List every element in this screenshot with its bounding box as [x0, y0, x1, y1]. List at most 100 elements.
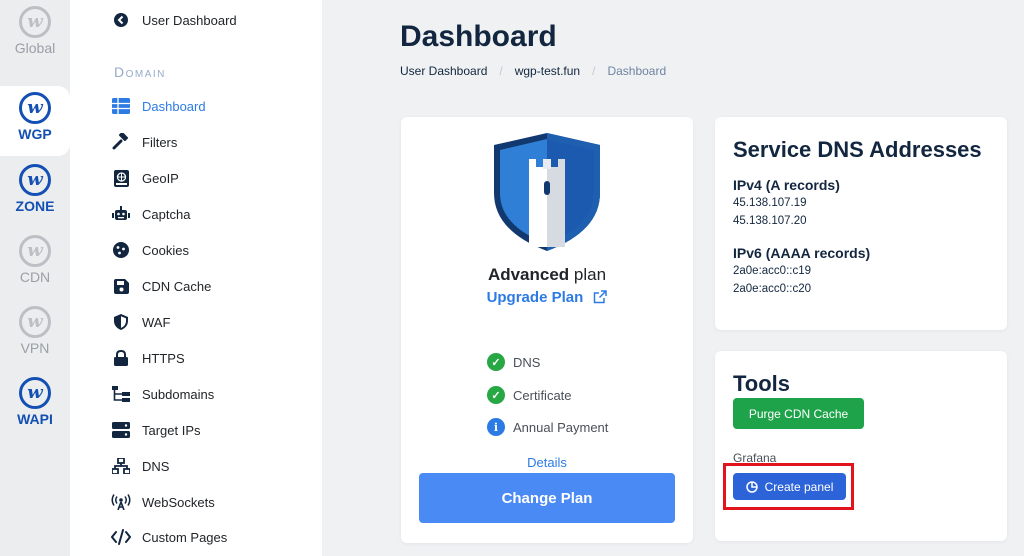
tools-card-title: Tools: [733, 371, 791, 396]
details-link[interactable]: Details: [401, 455, 693, 470]
network-icon: [110, 458, 132, 474]
sidebar-item-target-ips[interactable]: Target IPs: [110, 418, 201, 442]
rail-label: Global: [14, 40, 56, 56]
rail-label: WAPI: [17, 411, 53, 427]
table-icon: [110, 98, 132, 114]
feature-item-dns: ✓ DNS: [487, 353, 540, 371]
w-logo-icon: w: [19, 6, 51, 38]
w-logo-icon: w: [19, 377, 51, 409]
sidebar-item-filters[interactable]: Filters: [110, 130, 177, 154]
nav-label: Captcha: [142, 206, 191, 222]
rail-item-wapi[interactable]: w WAPI: [0, 371, 70, 441]
nav-label: Cookies: [142, 242, 189, 258]
atlas-icon: [110, 169, 132, 187]
sidebar-item-dns[interactable]: DNS: [110, 454, 169, 478]
feature-label: DNS: [513, 354, 541, 370]
ipv4-address: 45.138.107.19: [733, 197, 807, 209]
check-circle-icon: ✓: [487, 386, 505, 404]
arrow-left-circle-icon: [110, 12, 132, 28]
nav-label: CDN Cache: [142, 278, 212, 294]
plan-name-bold: Advanced: [487, 265, 570, 284]
sidebar-item-cdn-cache[interactable]: CDN Cache: [110, 274, 211, 298]
ipv6-address: 2a0e:acc0::c19: [733, 265, 812, 277]
product-rail: w Global w WGP w ZONE w CDN w VPN w WAPI: [0, 0, 70, 556]
tools-card: Tools Purge CDN Cache Grafana Create pan…: [715, 351, 1007, 541]
lock-icon: [110, 350, 132, 366]
sidebar-item-dashboard[interactable]: Dashboard: [110, 94, 206, 118]
nav-label: HTTPS: [142, 350, 185, 366]
nav-label: DNS: [142, 458, 170, 474]
breadcrumb-separator: /: [499, 64, 503, 78]
ipv4-title: IPv4 (A records): [733, 177, 840, 193]
rail-item-global[interactable]: w Global: [0, 0, 70, 70]
back-to-user-dashboard[interactable]: User Dashboard: [110, 8, 237, 32]
plan-card: Advanced plan Upgrade Plan ✓ DNS ✓ Certi…: [401, 117, 693, 543]
upgrade-plan-link[interactable]: Upgrade Plan: [401, 289, 693, 308]
server-icon: [110, 422, 132, 438]
nav-label: Target IPs: [142, 422, 201, 438]
breadcrumb-item-current: Dashboard: [607, 64, 667, 78]
nav-label: GeoIP: [142, 170, 179, 186]
breadcrumb-separator: /: [592, 64, 596, 78]
feature-label: Certificate: [513, 387, 572, 403]
rail-label: WGP: [18, 126, 52, 142]
rail-label: ZONE: [15, 198, 55, 214]
breadcrumb-item-domain[interactable]: wgp-test.fun: [515, 64, 580, 78]
nav-label: User Dashboard: [142, 12, 237, 28]
rail-label: VPN: [20, 340, 50, 356]
sitemap-icon: [110, 386, 132, 402]
sidebar-item-custom-pages[interactable]: Custom Pages: [110, 525, 227, 549]
nav-label: WebSockets: [142, 494, 215, 510]
sidebar-item-waf[interactable]: WAF: [110, 310, 170, 334]
feature-item-certificate: ✓ Certificate: [487, 386, 572, 404]
sidebar-item-cookies[interactable]: Cookies: [110, 238, 189, 262]
w-logo-icon: w: [19, 92, 51, 124]
ipv6-title: IPv6 (AAAA records): [733, 245, 871, 261]
info-circle-icon: i: [487, 418, 505, 436]
feature-label: Annual Payment: [513, 419, 609, 435]
rail-item-wgp[interactable]: w WGP: [0, 86, 70, 156]
rail-label: CDN: [19, 269, 51, 285]
breadcrumb-item-user-dashboard[interactable]: User Dashboard: [400, 64, 487, 78]
sidebar-item-geoip[interactable]: GeoIP: [110, 166, 179, 190]
rail-item-zone[interactable]: w ZONE: [0, 158, 70, 228]
dns-addresses-card: Service DNS Addresses IPv4 (A records) 4…: [715, 117, 1007, 330]
plan-name: Advanced plan: [401, 265, 693, 285]
rail-item-vpn[interactable]: w VPN: [0, 300, 70, 370]
purge-cdn-cache-button[interactable]: Purge CDN Cache: [733, 398, 864, 429]
nav-label: Filters: [142, 134, 178, 150]
sidebar-item-captcha[interactable]: Captcha: [110, 202, 190, 226]
change-plan-button[interactable]: Change Plan: [419, 473, 675, 523]
save-icon: [110, 278, 132, 294]
w-logo-icon: w: [19, 306, 51, 338]
shield-tower-icon: [494, 133, 600, 256]
page-title: Dashboard: [400, 20, 557, 53]
gavel-icon: [110, 133, 132, 151]
sidebar-item-subdomains[interactable]: Subdomains: [110, 382, 214, 406]
cookie-icon: [110, 242, 132, 258]
create-panel-button[interactable]: Create panel: [733, 473, 846, 500]
plan-name-rest: plan: [569, 265, 607, 284]
section-title: Domain: [114, 64, 166, 80]
dns-card-title: Service DNS Addresses: [733, 137, 982, 162]
robot-icon: [110, 206, 132, 222]
sidebar-item-https[interactable]: HTTPS: [110, 346, 185, 370]
chart-pie-icon: [745, 480, 758, 493]
check-circle-icon: ✓: [487, 353, 505, 371]
w-logo-icon: w: [19, 164, 51, 196]
nav-label: Subdomains: [142, 386, 215, 402]
nav-label: WAF: [142, 314, 171, 330]
w-logo-icon: w: [19, 235, 51, 267]
broadcast-icon: [110, 494, 132, 510]
breadcrumb: User Dashboard / wgp-test.fun / Dashboar…: [400, 64, 666, 78]
sidebar-item-websockets[interactable]: WebSockets: [110, 490, 215, 514]
nav-label: Dashboard: [142, 98, 206, 114]
external-link-icon: [593, 290, 608, 308]
rail-item-cdn[interactable]: w CDN: [0, 229, 70, 299]
nav-label: Custom Pages: [142, 529, 228, 545]
sidebar: User Dashboard Domain Dashboard Filters …: [70, 0, 322, 556]
code-icon: [110, 529, 132, 545]
shield-icon: [110, 314, 132, 330]
feature-item-annual-payment: i Annual Payment: [487, 418, 608, 436]
ipv6-address: 2a0e:acc0::c20: [733, 283, 812, 295]
